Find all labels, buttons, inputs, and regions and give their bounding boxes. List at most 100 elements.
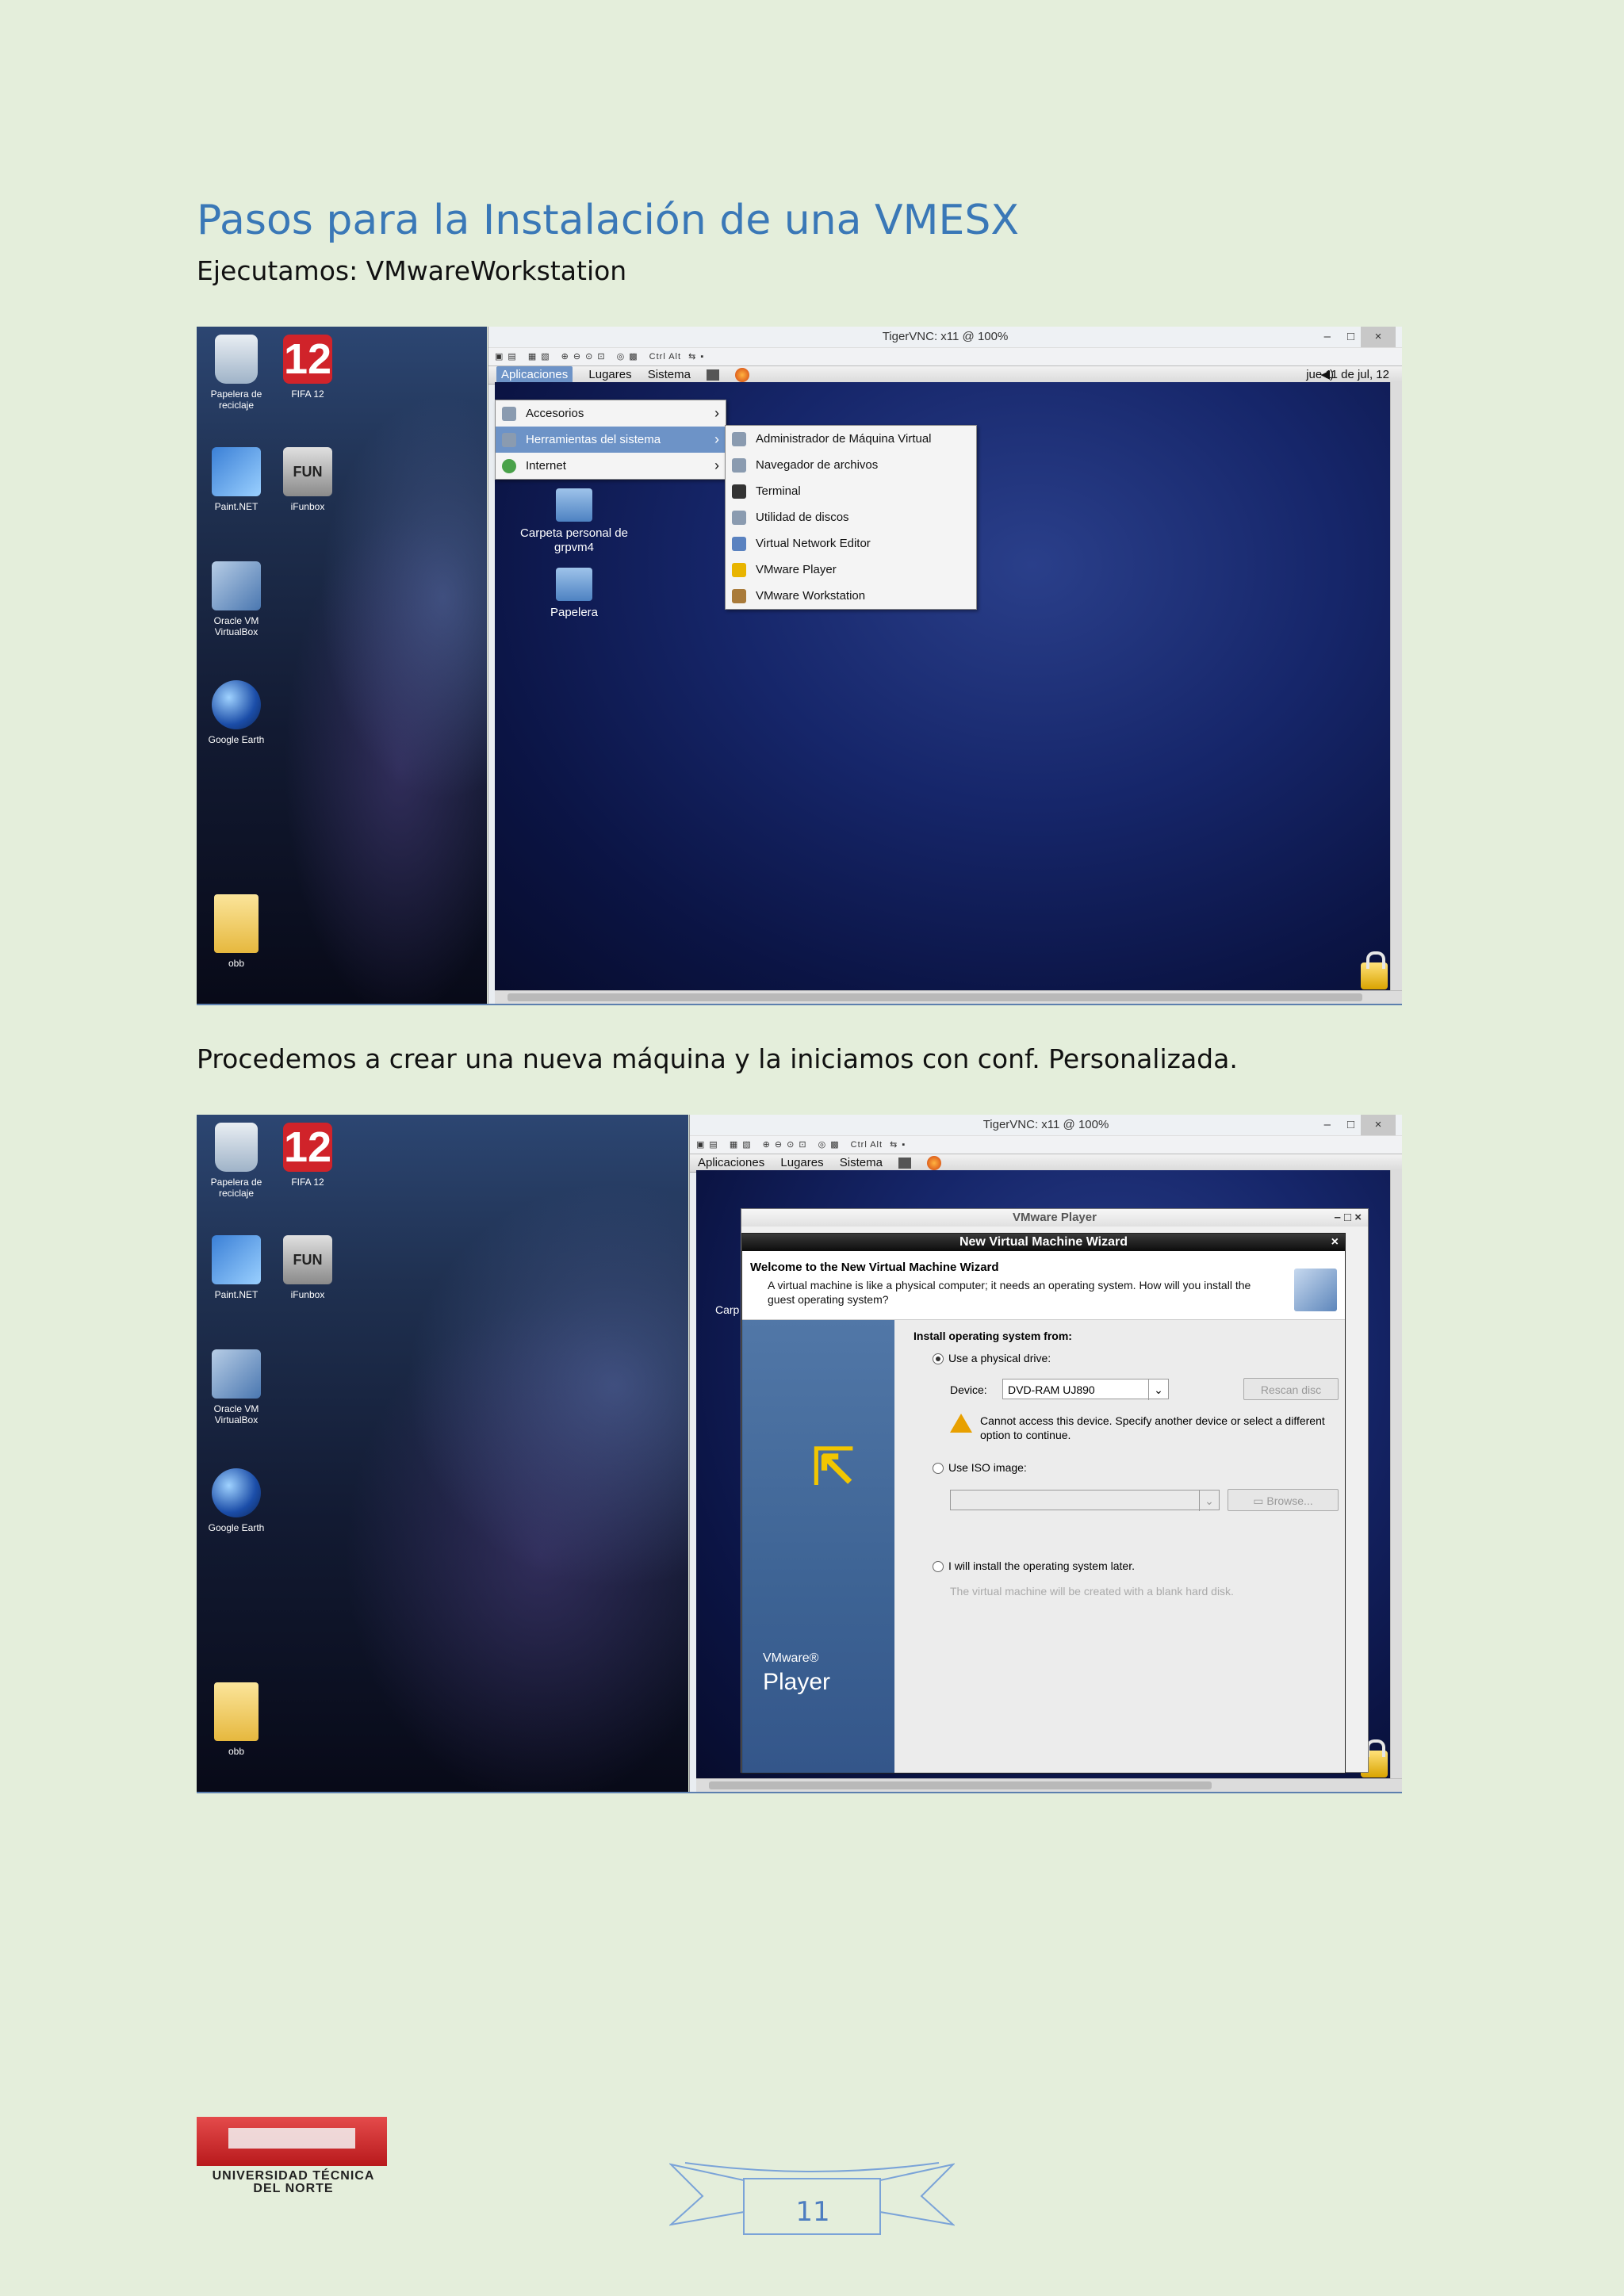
menu-item-network-editor[interactable]: Virtual Network Editor <box>726 530 976 557</box>
trash-icon[interactable]: Papelera <box>511 568 638 620</box>
device-select[interactable]: DVD-RAM UJ890 ⌄ <box>1002 1379 1169 1400</box>
vertical-scrollbar[interactable] <box>1390 1170 1402 1779</box>
vmware-player-icon <box>732 563 746 577</box>
vnc-window: TigerVNC: x11 @ 100% – □ × ▣▤ ▦▧ ⊕⊖⊙⊡ ◎▩… <box>488 327 1402 1004</box>
disk-icon <box>732 511 746 525</box>
ctrl-alt-keys[interactable]: Ctrl Alt <box>649 352 681 362</box>
wizard-titlebar: New Virtual Machine Wizard × <box>742 1234 1345 1251</box>
close-icon[interactable]: × <box>1361 327 1396 347</box>
system-tools-submenu: Administrador de Máquina Virtual Navegad… <box>725 425 977 610</box>
ctrl-alt-keys[interactable]: Ctrl Alt <box>851 1140 883 1150</box>
vnc-titlebar: TigerVNC: x11 @ 100% – □ × <box>488 327 1402 347</box>
close-icon[interactable]: – □ × <box>1335 1209 1362 1226</box>
menu-item-terminal[interactable]: Terminal <box>726 478 976 504</box>
vnc-toolbar: ▣▤ ▦▧ ⊕⊖⊙⊡ ◎▩ Ctrl Alt ⇆▪ <box>690 1135 1402 1154</box>
terminal-icon <box>732 484 746 499</box>
radio-button[interactable] <box>933 1463 944 1475</box>
wizard-heading: Welcome to the New Virtual Machine Wizar… <box>750 1261 999 1274</box>
menu-sistema[interactable]: Sistema <box>840 1156 883 1169</box>
radio-button[interactable] <box>933 1561 944 1573</box>
vm-manager-icon <box>732 432 746 446</box>
option-install-later[interactable]: I will install the operating system late… <box>933 1559 1135 1573</box>
host-desktop: Papelera de reciclaje 12 FIFA 12 Paint.NE… <box>197 1115 688 1792</box>
fifa-icon[interactable]: 12 FIFA 12 <box>268 1123 347 1188</box>
google-earth-icon[interactable]: Google Earth <box>197 1468 276 1533</box>
vnc-titlebar: TigerVNC: x11 @ 100% – □ × <box>690 1115 1402 1135</box>
chevron-down-icon[interactable]: ⌄ <box>1148 1380 1168 1400</box>
menu-item-internet[interactable]: Internet › <box>496 453 726 479</box>
folder-icon: ▭ <box>1253 1494 1267 1507</box>
close-icon[interactable]: × <box>1361 1115 1396 1135</box>
menu-lugares[interactable]: Lugares <box>588 368 631 381</box>
vmware-brand-player: Player <box>763 1669 831 1695</box>
fifa-icon[interactable]: 12 FIFA 12 <box>268 335 347 400</box>
paint-net-icon[interactable]: Paint.NET <box>197 447 276 512</box>
vnc-window: TigerVNC: x11 @ 100% – □ × ▣▤ ▦▧ ⊕⊖⊙⊡ ◎▩… <box>689 1115 1402 1792</box>
obb-folder-icon[interactable]: obb <box>197 1682 276 1757</box>
virtualbox-icon[interactable]: Oracle VM VirtualBox <box>197 1349 276 1425</box>
guest-desktop-label: Carp <box>715 1303 740 1316</box>
internet-icon <box>502 459 516 473</box>
clock[interactable]: jue 11 de jul, 12 <box>1306 366 1389 384</box>
screenshot-2: Papelera de reciclaje 12 FIFA 12 Paint.NE… <box>197 1115 1402 1793</box>
virtualbox-icon[interactable]: Oracle VM VirtualBox <box>197 561 276 637</box>
menu-item-herramientas[interactable]: Herramientas del sistema › <box>496 427 726 453</box>
terminal-icon[interactable] <box>707 369 720 381</box>
system-tools-icon <box>502 433 516 447</box>
menu-aplicaciones[interactable]: Aplicaciones <box>496 366 573 383</box>
chevron-right-icon: › <box>714 405 719 421</box>
menu-item-vmware-workstation[interactable]: VMware Workstation <box>726 583 976 609</box>
ifunbox-icon[interactable]: FUN iFunbox <box>268 447 347 512</box>
chevron-right-icon: › <box>714 457 719 473</box>
install-from-label: Install operating system from: <box>914 1330 1072 1342</box>
firefox-icon[interactable] <box>927 1156 942 1171</box>
option-iso-image[interactable]: Use ISO image: <box>933 1461 1027 1475</box>
wizard-body: Install operating system from: Use a phy… <box>894 1320 1345 1773</box>
maximize-icon[interactable]: □ <box>1347 327 1354 347</box>
obb-folder-icon[interactable]: obb <box>197 894 276 969</box>
maximize-icon[interactable]: □ <box>1347 1115 1354 1135</box>
iso-path-input[interactable]: ⌄ <box>950 1490 1220 1511</box>
vmware-brand-small: VMware® <box>763 1651 819 1665</box>
menu-item-vmware-player[interactable]: VMware Player <box>726 557 976 583</box>
firefox-icon[interactable] <box>735 368 750 383</box>
google-earth-icon[interactable]: Google Earth <box>197 680 276 745</box>
page-title: Pasos para la Instalación de una VMESX <box>197 197 1019 244</box>
option-physical-drive[interactable]: Use a physical drive: <box>933 1352 1051 1365</box>
vnc-toolbar: ▣▤ ▦▧ ⊕⊖⊙⊡ ◎▩ Ctrl Alt ⇆▪ <box>488 347 1402 366</box>
recycle-bin-icon[interactable]: Papelera de reciclaje <box>197 335 276 411</box>
menu-sistema[interactable]: Sistema <box>648 368 691 381</box>
ifunbox-icon[interactable]: FUN iFunbox <box>268 1235 347 1300</box>
paint-net-icon[interactable]: Paint.NET <box>197 1235 276 1300</box>
browse-button[interactable]: ▭ Browse... <box>1228 1489 1339 1511</box>
chevron-right-icon: › <box>714 431 719 447</box>
home-folder-icon[interactable]: Carpeta personal de grpvm4 <box>511 488 638 555</box>
wizard-description: A virtual machine is like a physical com… <box>768 1279 1251 1306</box>
close-icon[interactable]: × <box>1331 1234 1339 1251</box>
menu-item-vm-manager[interactable]: Administrador de Máquina Virtual <box>726 426 976 452</box>
terminal-icon[interactable] <box>898 1158 912 1169</box>
minimize-icon[interactable]: – <box>1324 327 1331 347</box>
new-vm-wizard: New Virtual Machine Wizard × Welcome to … <box>741 1233 1346 1774</box>
menu-item-file-browser[interactable]: Navegador de archivos <box>726 452 976 478</box>
vmware-logo-icon: ⇱ <box>812 1438 855 1495</box>
horizontal-scrollbar[interactable] <box>495 990 1402 1004</box>
menu-item-disk-utility[interactable]: Utilidad de discos <box>726 504 976 530</box>
menu-lugares[interactable]: Lugares <box>780 1156 823 1169</box>
horizontal-scrollbar[interactable] <box>696 1778 1402 1792</box>
minimize-icon[interactable]: – <box>1324 1115 1331 1135</box>
chevron-down-icon[interactable]: ⌄ <box>1199 1490 1219 1511</box>
wizard-sidebar: ⇱ VMware® Player <box>742 1320 894 1773</box>
university-logo: UNIVERSIDAD TÉCNICA DEL NORTE <box>197 2117 387 2196</box>
file-browser-icon <box>732 458 746 473</box>
menu-aplicaciones[interactable]: Aplicaciones <box>698 1156 764 1169</box>
vmware-workstation-icon <box>732 589 746 603</box>
radio-button[interactable] <box>933 1353 944 1365</box>
page-number: 11 <box>795 2196 830 2228</box>
applications-menu: Accesorios › Herramientas del sistema › In… <box>495 400 726 480</box>
recycle-bin-icon[interactable]: Papelera de reciclaje <box>197 1123 276 1199</box>
vertical-scrollbar[interactable] <box>1390 382 1402 991</box>
lock-icon <box>1361 951 1388 989</box>
menu-item-accesorios[interactable]: Accesorios › <box>496 400 726 427</box>
rescan-disc-button[interactable]: Rescan disc <box>1243 1378 1339 1400</box>
